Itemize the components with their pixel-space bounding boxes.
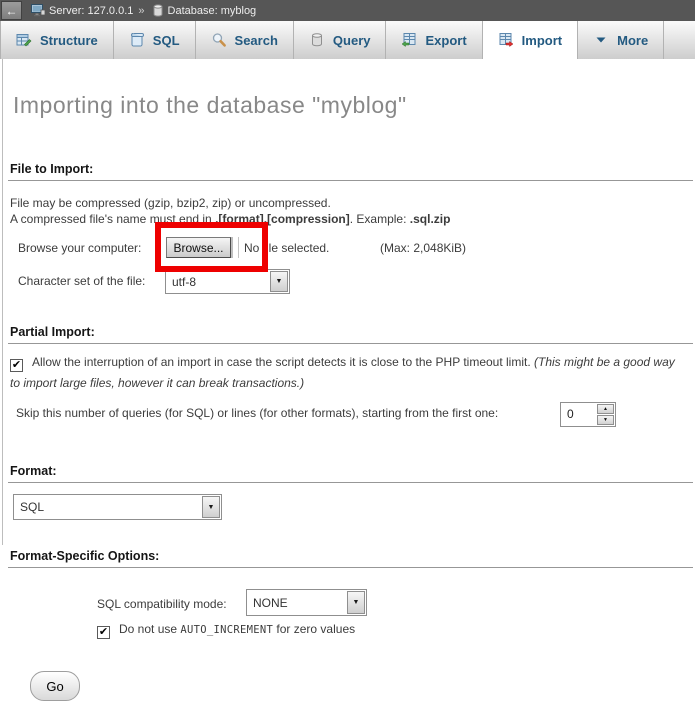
sql-compatibility-selected-value: NONE xyxy=(247,596,346,610)
tab-bar: Structure SQL Search Query Export Import xyxy=(0,21,695,59)
charset-label: Character set of the file: xyxy=(18,274,145,288)
section-heading-partial-import: Partial Import: xyxy=(8,325,693,344)
dropdown-arrow-icon[interactable]: ▼ xyxy=(270,271,288,292)
tab-label: Import xyxy=(522,33,562,48)
query-icon xyxy=(309,32,325,48)
annotation-highlight-rectangle xyxy=(155,222,268,272)
section-heading-file-to-import: File to Import: xyxy=(8,162,693,181)
export-icon xyxy=(401,32,417,48)
autoincrement-code: AUTO_INCREMENT xyxy=(180,624,273,636)
format-select[interactable]: SQL ▼ xyxy=(13,494,222,520)
tab-label: More xyxy=(617,33,648,48)
section-heading-format-specific-options: Format-Specific Options: xyxy=(8,549,693,568)
section-heading-format: Format: xyxy=(8,464,693,483)
skip-queries-stepper[interactable]: 0 ▲ ▼ xyxy=(560,402,616,427)
browse-computer-label: Browse your computer: xyxy=(18,241,141,255)
allow-interrupt-checkbox[interactable]: ✔ xyxy=(10,359,23,372)
breadcrumb-database[interactable]: Database: myblog xyxy=(168,5,257,17)
tab-search[interactable]: Search xyxy=(196,21,294,59)
autoincrement-label-suffix: for zero values xyxy=(273,622,355,636)
tab-label: Search xyxy=(235,33,278,48)
max-size-text: (Max: 2,048KiB) xyxy=(380,241,466,255)
page-title: Importing into the database "myblog" xyxy=(13,92,407,119)
charset-select[interactable]: utf-8 ▼ xyxy=(165,269,290,294)
content-left-border xyxy=(2,59,3,545)
autoincrement-option-row: ✔ Do not use AUTO_INCREMENT for zero valu… xyxy=(97,622,355,639)
sql-compatibility-label: SQL compatibility mode: xyxy=(97,597,227,611)
tab-label: SQL xyxy=(153,33,180,48)
database-icon xyxy=(152,4,164,17)
stepper-up-icon[interactable]: ▲ xyxy=(597,404,614,414)
breadcrumb-separator: » xyxy=(138,5,144,17)
compression-info-line1: File may be compressed (gzip, bzip2, zip… xyxy=(10,196,331,210)
back-button[interactable]: ← xyxy=(1,1,22,20)
import-icon xyxy=(498,32,514,48)
server-icon xyxy=(31,4,45,17)
structure-icon xyxy=(16,32,32,48)
autoincrement-label-prefix: Do not use xyxy=(119,622,180,636)
autoincrement-checkbox[interactable]: ✔ xyxy=(97,626,110,639)
charset-selected-value: utf-8 xyxy=(166,275,269,289)
skip-queries-label: Skip this number of queries (for SQL) or… xyxy=(16,406,498,420)
chevron-down-icon xyxy=(593,32,609,48)
breadcrumb-bar: ← Server: 127.0.0.1 » Database: myblog xyxy=(0,0,695,21)
partial-import-paragraph: ✔ Allow the interruption of an import in … xyxy=(10,352,684,394)
stepper-down-icon[interactable]: ▼ xyxy=(597,415,614,425)
go-button[interactable]: Go xyxy=(30,671,80,701)
skip-queries-value[interactable]: 0 xyxy=(561,403,596,426)
search-icon xyxy=(211,32,227,48)
sql-compatibility-select[interactable]: NONE ▼ xyxy=(246,589,367,616)
sql-icon xyxy=(129,32,145,48)
dropdown-arrow-icon[interactable]: ▼ xyxy=(202,496,220,518)
format-selected-value: SQL xyxy=(14,500,201,514)
tab-label: Export xyxy=(425,33,466,48)
tab-sql[interactable]: SQL xyxy=(114,21,196,59)
dropdown-arrow-icon[interactable]: ▼ xyxy=(347,591,365,614)
tab-label: Query xyxy=(333,33,371,48)
allow-interrupt-label: Allow the interruption of an import in c… xyxy=(32,355,534,369)
tab-structure[interactable]: Structure xyxy=(0,21,114,59)
breadcrumb-server[interactable]: Server: 127.0.0.1 xyxy=(49,5,133,17)
tab-export[interactable]: Export xyxy=(386,21,482,59)
tab-more[interactable]: More xyxy=(578,21,664,59)
tab-import[interactable]: Import xyxy=(483,21,578,59)
tab-label: Structure xyxy=(40,33,98,48)
tab-query[interactable]: Query xyxy=(294,21,387,59)
back-arrow-icon: ← xyxy=(6,5,18,17)
